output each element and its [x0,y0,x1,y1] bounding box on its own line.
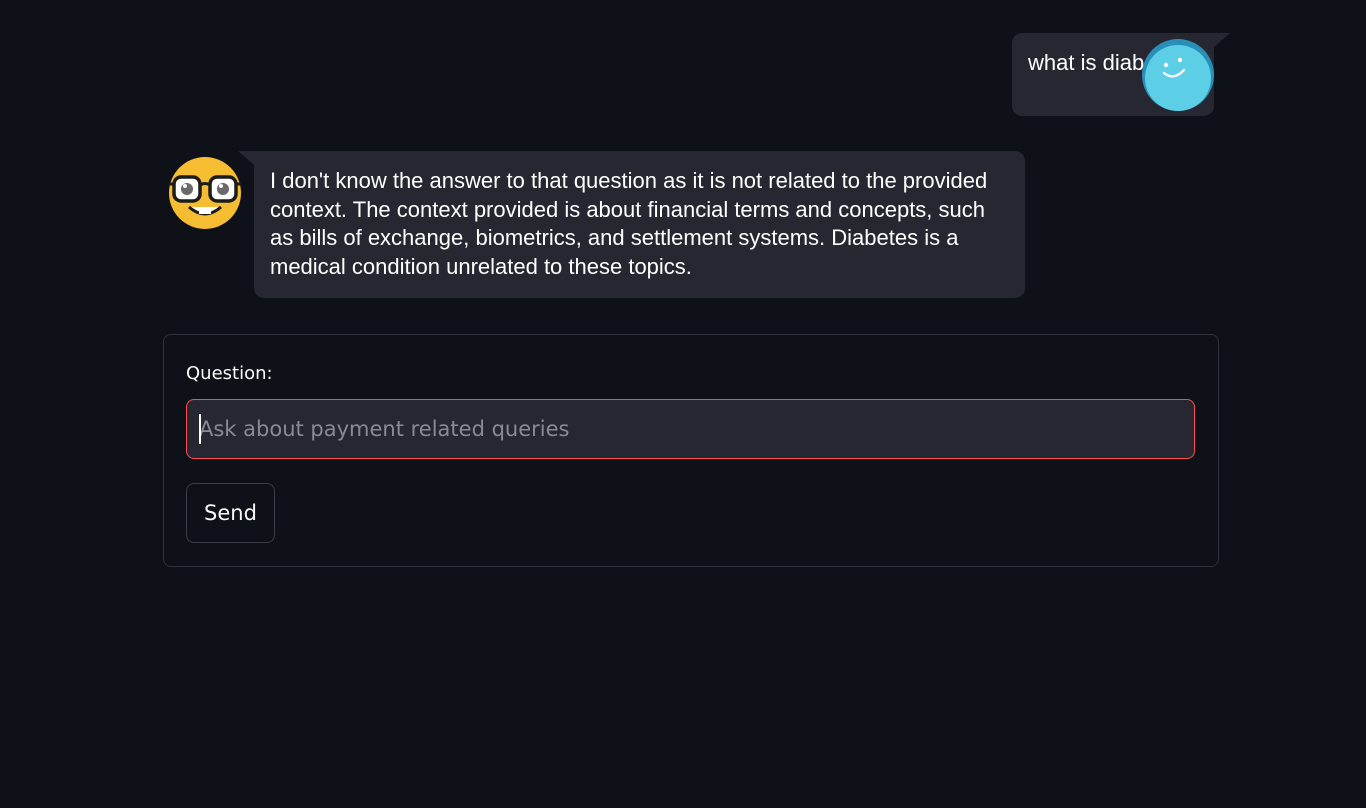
smiley-blue-avatar-icon [1142,39,1214,111]
question-input[interactable] [187,400,1194,458]
chat-page: what is diabetes? I don't know the answe… [0,0,1366,808]
question-label: Question: [186,363,273,384]
send-button[interactable]: Send [186,483,275,543]
nerd-face-emoji-icon [169,157,241,229]
question-form: Question: Send [163,334,1219,567]
assistant-message-bubble: I don't know the answer to that question… [238,151,1025,298]
question-input-container[interactable] [186,399,1195,459]
text-caret [199,414,201,444]
